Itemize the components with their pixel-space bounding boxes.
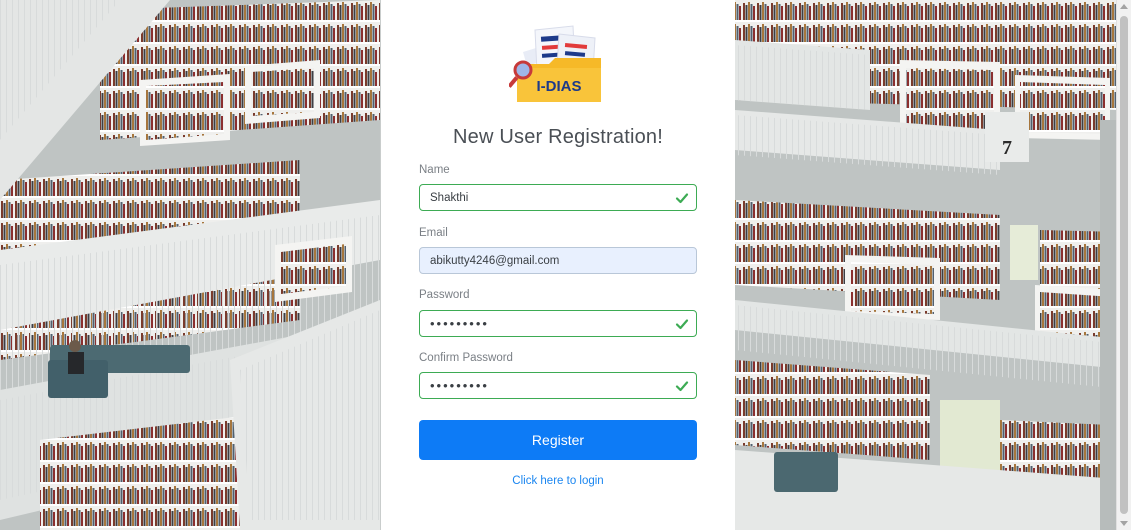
page-title: New User Registration!	[452, 126, 664, 148]
email-field[interactable]	[419, 247, 697, 274]
valid-check-icon	[675, 193, 689, 204]
idias-logo: I-DIAS	[509, 25, 601, 102]
password-label: Password	[419, 289, 470, 301]
shelf-number-text: 7	[1002, 137, 1012, 159]
password-input[interactable]	[430, 311, 660, 336]
scroll-up-arrow-icon[interactable]	[1120, 4, 1128, 9]
valid-check-icon	[675, 319, 689, 330]
email-label: Email	[419, 227, 448, 239]
email-input[interactable]	[430, 248, 660, 273]
valid-check-icon	[675, 381, 689, 392]
name-field[interactable]	[419, 184, 697, 211]
confirm-password-field[interactable]	[419, 372, 697, 399]
confirm-password-label: Confirm Password	[419, 352, 513, 364]
login-link[interactable]: Click here to login	[381, 475, 735, 487]
password-field[interactable]	[419, 310, 697, 337]
scrollbar-thumb[interactable]	[1120, 16, 1128, 514]
name-label: Name	[419, 164, 450, 176]
page-scrollbar[interactable]	[1116, 0, 1131, 530]
logo-text: I-DIAS	[537, 78, 582, 95]
register-button[interactable]: Register	[419, 420, 697, 460]
registration-card: I-DIAS New User Registration! Name Email…	[381, 0, 735, 530]
confirm-password-input[interactable]	[430, 373, 660, 398]
scroll-down-arrow-icon[interactable]	[1120, 521, 1128, 526]
name-input[interactable]	[430, 185, 660, 210]
